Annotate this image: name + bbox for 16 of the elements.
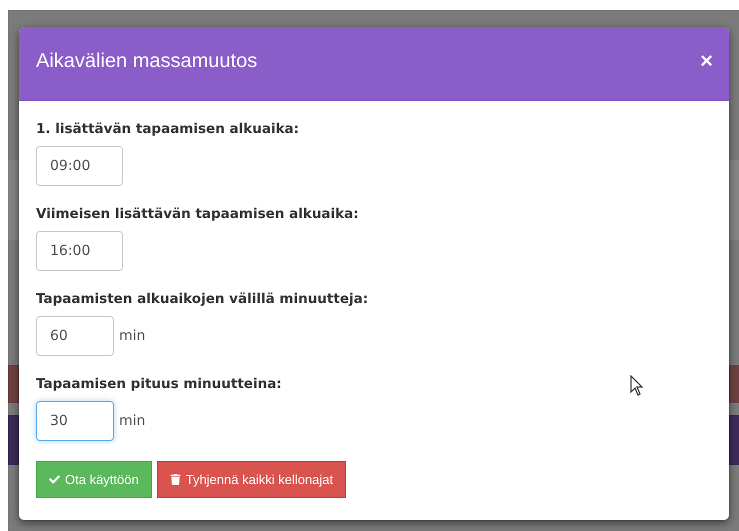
close-button[interactable]: × bbox=[700, 50, 713, 72]
time-field[interactable]: 09:00 bbox=[36, 146, 123, 186]
unit-label: min bbox=[119, 328, 146, 344]
mouse-pointer-icon bbox=[630, 375, 644, 397]
trash-icon bbox=[170, 474, 181, 485]
unit-label: min bbox=[119, 413, 146, 429]
field-label: Tapaamisen pituus minuutteina: bbox=[36, 376, 282, 392]
field-label: Viimeisen lisättävän tapaamisen alkuaika: bbox=[36, 206, 359, 222]
check-icon bbox=[49, 474, 60, 485]
dialog-title: Aikavälien massamuutos bbox=[36, 50, 258, 72]
time-field[interactable]: 60 bbox=[36, 316, 114, 356]
field-label: 1. lisättävän tapaamisen alkuaika: bbox=[36, 121, 300, 137]
clear-button[interactable]: Tyhjennä kaikki kellonajat bbox=[156, 461, 346, 498]
time-field[interactable]: 30 bbox=[36, 401, 114, 441]
time-field[interactable]: 16:00 bbox=[36, 231, 123, 271]
field-label: Tapaamisten alkuaikojen välillä minuutteja: bbox=[36, 291, 368, 307]
